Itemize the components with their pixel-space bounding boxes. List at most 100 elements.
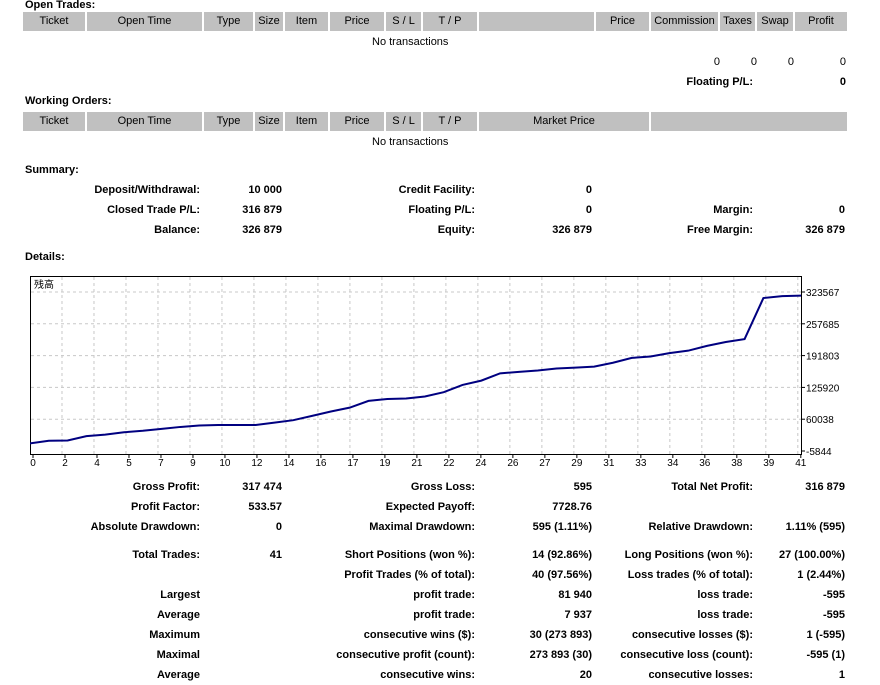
x-tick-label: 39 (763, 458, 775, 469)
stat-label: consecutive wins ($): (363, 629, 475, 641)
x-tick-label: 16 (315, 458, 327, 469)
stat-label: Equity: (437, 224, 475, 236)
column-header[interactable]: Price (330, 12, 386, 31)
stat-value: 0 (275, 521, 282, 533)
x-tick-label: 9 (190, 458, 196, 469)
column-header[interactable]: Commission (651, 12, 720, 31)
stat-label: Free Margin: (686, 224, 753, 236)
x-tick-label: 4 (94, 458, 100, 469)
stat-value: 326 879 (242, 224, 282, 236)
open-trades-empty: No transactions (372, 36, 449, 48)
stat-label: Deposit/Withdrawal: (94, 184, 200, 196)
stat-label: Credit Facility: (398, 184, 475, 196)
column-header[interactable]: Ticket (23, 12, 87, 31)
chart-title: 残高 (34, 278, 54, 291)
stat-label: loss trade: (697, 609, 753, 621)
stat-label: Margin: (713, 204, 753, 216)
x-tick-label: 34 (667, 458, 679, 469)
x-tick-label: 31 (603, 458, 615, 469)
column-header[interactable] (651, 112, 849, 131)
stat-value: 1.11% (595) (785, 521, 845, 533)
stat-label: loss trade: (697, 589, 753, 601)
stat-label: consecutive loss (count): (620, 649, 753, 661)
stat-label: Profit Trades (% of total): (344, 569, 475, 581)
stat-label: Maximum (149, 629, 200, 641)
stat-label: profit trade: (413, 589, 475, 601)
x-tick-label: 5 (126, 458, 132, 469)
column-header[interactable]: Type (204, 12, 255, 31)
column-header[interactable]: Taxes (720, 12, 757, 31)
y-tick-label: 257685 (806, 320, 840, 331)
column-header[interactable]: Open Time (87, 12, 204, 31)
stat-value: 41 (269, 549, 282, 561)
stat-value: 595 (573, 481, 592, 493)
column-header[interactable]: Type (204, 112, 255, 131)
y-tick-label: 60038 (806, 415, 834, 426)
x-tick-label: 24 (475, 458, 487, 469)
stat-label: Total Net Profit: (671, 481, 753, 493)
stat-label: Maximal (156, 649, 200, 661)
stat-label: Maximal Drawdown: (369, 521, 475, 533)
stat-label: Gross Loss: (410, 481, 475, 493)
balance-chart: 32356725768519180312592060038-58440 2 4 5 7 9… (30, 276, 840, 469)
column-header[interactable]: Size (255, 12, 285, 31)
stat-label: consecutive losses ($): (631, 629, 753, 641)
stat-value: -595 (822, 609, 845, 621)
stat-value: 30 (273 893) (529, 629, 592, 641)
stat-label: consecutive profit (count): (336, 649, 475, 661)
working-orders-empty: No transactions (372, 136, 449, 148)
total-swap: 0 (787, 56, 794, 68)
x-tick-label: 27 (539, 458, 551, 469)
stat-label: Expected Payoff: (385, 501, 475, 513)
column-header[interactable]: Market Price (479, 112, 651, 131)
open-trades-title: Open Trades: (25, 0, 96, 11)
x-tick-label: 21 (411, 458, 423, 469)
column-header[interactable]: S / L (386, 112, 423, 131)
stat-label: Absolute Drawdown: (90, 521, 200, 533)
column-header[interactable]: Item (285, 112, 330, 131)
column-header[interactable]: S / L (386, 12, 423, 31)
stat-label: Largest (160, 589, 200, 601)
stat-value: 7728.76 (552, 501, 592, 513)
total-profit: 0 (839, 56, 846, 68)
floating-pl-label: Floating P/L: (686, 76, 753, 88)
stat-label: Profit Factor: (130, 501, 200, 513)
stat-value: 1 (2.44%) (797, 569, 845, 581)
x-tick-label: 0 (30, 458, 36, 469)
stat-label: Short Positions (won %): (344, 549, 475, 561)
plot-area (30, 276, 802, 455)
column-header[interactable]: Swap (757, 12, 795, 31)
stat-value: 0 (585, 184, 592, 196)
stat-value: 40 (97.56%) (532, 569, 592, 581)
stat-value: 0 (838, 204, 845, 216)
column-header[interactable]: Item (285, 12, 330, 31)
column-header[interactable]: Ticket (23, 112, 87, 131)
stat-label: Balance: (154, 224, 200, 236)
stat-value: 81 940 (558, 589, 592, 601)
x-tick-label: 26 (507, 458, 519, 469)
stat-label: Long Positions (won %): (624, 549, 753, 561)
column-header[interactable]: T / P (423, 12, 479, 31)
y-tick-label: 125920 (806, 383, 840, 394)
stat-value: 20 (579, 669, 592, 681)
floating-pl-value: 0 (839, 76, 846, 88)
stat-value: -595 (1) (806, 649, 845, 661)
column-header[interactable]: T / P (423, 112, 479, 131)
stat-value: 7 937 (564, 609, 592, 621)
stat-value: 533.57 (248, 501, 282, 513)
stat-value: -595 (822, 589, 845, 601)
x-tick-label: 10 (219, 458, 231, 469)
x-tick-label: 17 (347, 458, 359, 469)
total-taxes: 0 (750, 56, 757, 68)
column-header[interactable] (479, 12, 596, 31)
column-header[interactable]: Profit (795, 12, 849, 31)
working-orders-header: Ticket Open Time Type Size Item Price S / LT /… (23, 112, 849, 131)
stat-value: 1 (838, 669, 845, 681)
stat-label: Relative Drawdown: (648, 521, 753, 533)
column-header[interactable]: Price (330, 112, 386, 131)
column-header[interactable]: Size (255, 112, 285, 131)
column-header[interactable]: Price (596, 12, 651, 31)
stat-label: consecutive losses: (648, 669, 753, 681)
column-header[interactable]: Open Time (87, 112, 204, 131)
working-orders-title: Working Orders: (25, 95, 112, 107)
